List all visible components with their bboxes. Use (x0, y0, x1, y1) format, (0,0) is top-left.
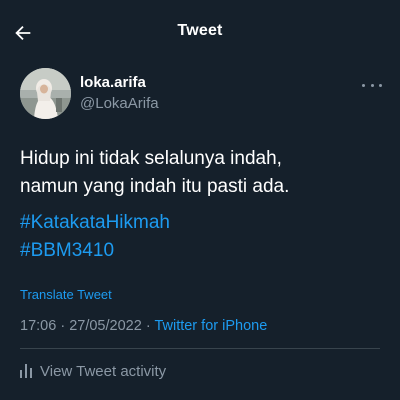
tweet-detail-screen: Tweet loka.arifa @LokaArifa Hidup ini ti… (0, 0, 400, 400)
top-bar: Tweet (0, 0, 400, 62)
translate-tweet-link[interactable]: Translate Tweet (20, 287, 112, 302)
tweet-date: 27/05/2022 (69, 318, 142, 334)
profile-photo (20, 68, 71, 119)
more-horizontal-icon[interactable] (362, 80, 382, 90)
author-display-name[interactable]: loka.arifa (80, 74, 146, 91)
tweet-text-line: namun yang indah itu pasti ada. (20, 176, 290, 197)
dot (379, 83, 382, 87)
separator: · (60, 318, 66, 334)
dot (362, 83, 365, 87)
dot (370, 83, 374, 87)
hashtag-link[interactable]: #BBM3410 (20, 237, 380, 265)
tweet-text-line: Hidup ini tidak selalunya indah, (20, 148, 282, 169)
tweet-source-link[interactable]: Twitter for iPhone (154, 318, 267, 334)
tweet-metadata: 17:06 · 27/05/2022 · Twitter for iPhone (20, 318, 267, 334)
avatar[interactable] (20, 68, 71, 119)
hashtag-link[interactable]: #KatakataHikmah (20, 209, 380, 237)
tweet-text: Hidup ini tidak selalunya indah, namun y… (20, 145, 380, 265)
activity-label: View Tweet activity (40, 362, 167, 380)
page-title: Tweet (177, 22, 223, 39)
bar-chart-icon (20, 364, 32, 378)
tweet-time: 17:06 (20, 318, 57, 334)
author-handle[interactable]: @LokaArifa (80, 95, 159, 112)
view-tweet-activity-button[interactable]: View Tweet activity (20, 362, 166, 380)
separator: · (145, 318, 151, 334)
divider (20, 348, 380, 349)
